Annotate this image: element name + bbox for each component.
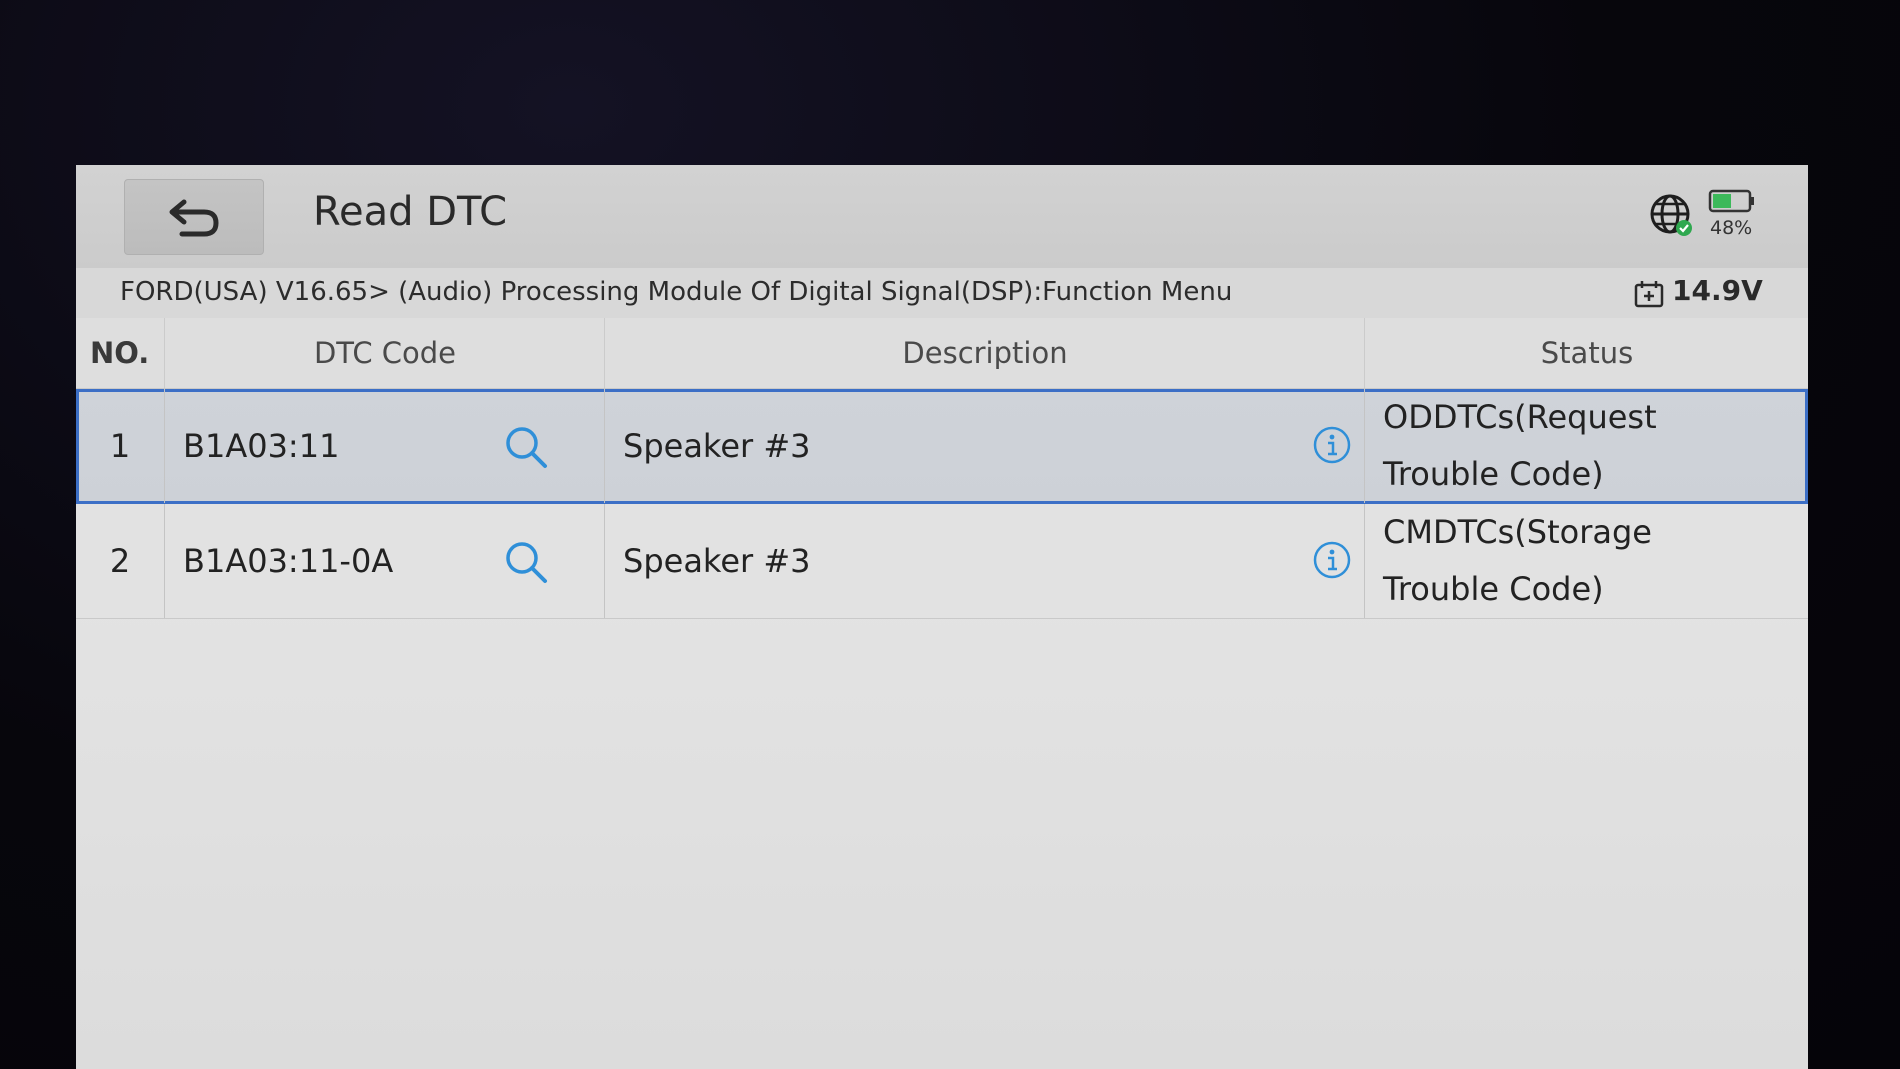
dtc-table: NO. DTC Code Description Status 1 B1A03:… <box>76 318 1808 619</box>
search-icon[interactable] <box>504 425 548 469</box>
table-row[interactable]: 1 B1A03:11 Speaker #3 ODDTCs(Request Tro… <box>76 389 1808 504</box>
dtc-status: ODDTCs(Request Trouble Code) <box>1364 389 1808 503</box>
breadcrumb: FORD(USA) V16.65> (Audio) Processing Mod… <box>120 277 1233 307</box>
column-header-description: Description <box>604 318 1365 388</box>
top-bar: Read DTC 48% <box>76 165 1808 268</box>
row-number: 2 <box>109 542 131 580</box>
dtc-description: Speaker #3 <box>604 504 1364 618</box>
app-screen: Read DTC 48% FORD(USA) V16.65> (Audio) P… <box>76 165 1808 1069</box>
page-title: Read DTC <box>313 189 508 235</box>
column-header-no: NO. <box>90 336 150 370</box>
globe-icon <box>1650 194 1692 236</box>
back-arrow-icon <box>169 199 219 237</box>
column-header-dtc-code: DTC Code <box>164 318 605 388</box>
dtc-status-text: CMDTCs(Storage Trouble Code) <box>1383 513 1652 608</box>
info-icon[interactable] <box>1312 425 1352 465</box>
info-icon[interactable] <box>1312 540 1352 580</box>
table-row[interactable]: 2 B1A03:11-0A Speaker #3 CMDTCs(Storage … <box>76 504 1808 619</box>
battery-percent: 48% <box>1710 217 1753 239</box>
back-button[interactable] <box>124 179 264 255</box>
dtc-status-text: ODDTCs(Request Trouble Code) <box>1383 398 1657 493</box>
row-number: 1 <box>109 427 131 465</box>
search-icon[interactable] <box>504 540 548 584</box>
column-header-status: Status <box>1364 318 1808 388</box>
calendar-voltage-icon <box>1634 281 1664 308</box>
table-header: NO. DTC Code Description Status <box>76 318 1808 389</box>
voltage-readout: 14.9V <box>1672 274 1763 307</box>
dtc-description: Speaker #3 <box>604 389 1364 503</box>
breadcrumb-bar: FORD(USA) V16.65> (Audio) Processing Mod… <box>76 268 1808 318</box>
dtc-status: CMDTCs(Storage Trouble Code) <box>1364 504 1808 618</box>
